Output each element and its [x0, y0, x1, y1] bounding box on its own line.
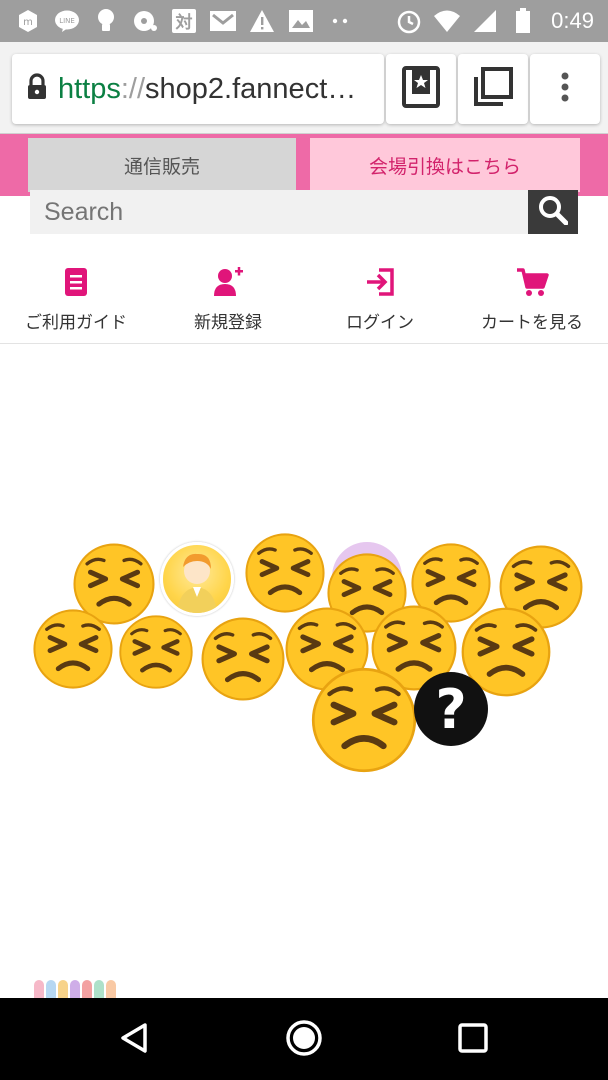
back-button[interactable] — [112, 1018, 156, 1062]
add-user-icon — [210, 266, 246, 298]
persevering-face-emoji[interactable] — [200, 616, 286, 702]
record-icon — [131, 7, 159, 35]
shop-nav: ご利用ガイド 新規登録 ログイン カートを見る — [0, 258, 608, 344]
alarm-icon — [395, 7, 423, 35]
clock: 0:49 — [551, 8, 594, 33]
persevering-face-emoji[interactable] — [244, 532, 326, 614]
question-mark-icon[interactable]: ? — [414, 672, 488, 746]
persevering-face-emoji[interactable] — [32, 608, 114, 690]
mail-order-button[interactable]: 通信販売 — [28, 138, 296, 192]
character-avatar[interactable] — [160, 542, 234, 616]
warning-icon — [248, 7, 276, 35]
nav-register[interactable]: 新規登録 — [152, 258, 304, 343]
search-input[interactable] — [30, 190, 528, 234]
bookmark-button[interactable] — [386, 54, 456, 124]
persevering-face-emoji[interactable] — [310, 666, 418, 774]
url-separator: :// — [120, 72, 146, 105]
nav-register-label: 新規登録 — [194, 313, 262, 333]
mail-icon — [209, 7, 237, 35]
cart-icon — [514, 266, 550, 298]
url-text: https://shop2.fannect… — [58, 73, 356, 106]
menu-button[interactable] — [530, 54, 600, 124]
thumb-2 — [46, 980, 56, 998]
shop-banner: 通信販売 会場引換はこちら — [0, 134, 608, 196]
browser-toolbar: https://shop2.fannect… — [0, 42, 608, 134]
thumb-5 — [82, 980, 92, 998]
persevering-face-emoji[interactable] — [118, 614, 194, 690]
emoji-cluster: ? — [0, 530, 608, 790]
wifi-icon — [433, 7, 461, 35]
nav-guide[interactable]: ご利用ガイド — [0, 258, 152, 343]
more-dots-icon — [326, 7, 354, 35]
signal-icon — [471, 7, 499, 35]
status-bar: m LINE 対 0:49 — [0, 0, 608, 42]
bookmark-star-icon — [401, 65, 441, 113]
battery-icon — [509, 7, 537, 35]
url-bar[interactable]: https://shop2.fannect… — [12, 54, 384, 124]
svg-text:m: m — [23, 17, 33, 28]
svg-text:対: 対 — [175, 12, 193, 33]
search-bar — [30, 190, 578, 234]
nav-cart[interactable]: カートを見る — [456, 258, 608, 343]
thumb-1 — [34, 980, 44, 998]
app-icon: m — [14, 7, 42, 35]
system-nav-bar — [0, 998, 608, 1080]
svg-text:LINE: LINE — [59, 17, 75, 25]
recents-icon — [458, 1023, 488, 1057]
home-icon — [285, 1019, 323, 1061]
kanji-app-icon: 対 — [170, 7, 198, 35]
venue-pickup-button[interactable]: 会場引換はこちら — [310, 138, 580, 192]
thumb-7 — [106, 980, 116, 998]
mail-order-label: 通信販売 — [123, 155, 200, 178]
nav-cart-label: カートを見る — [481, 313, 583, 333]
overflow-menu-icon — [560, 71, 570, 107]
tabs-icon — [472, 66, 514, 112]
screen: m LINE 対 0:49 https://shop2.fannect… 通信販… — [0, 0, 608, 1080]
url-host: shop2.fannect… — [145, 72, 357, 105]
search-button[interactable] — [528, 190, 578, 234]
tabs-button[interactable] — [458, 54, 528, 124]
document-icon — [58, 266, 94, 298]
thumb-6 — [94, 980, 104, 998]
nav-login-label: ログイン — [346, 313, 414, 333]
nav-login[interactable]: ログイン — [304, 258, 456, 343]
thumb-4 — [70, 980, 80, 998]
back-icon — [119, 1022, 149, 1058]
character-thumbnails[interactable] — [34, 980, 124, 1000]
url-scheme: https — [58, 72, 121, 105]
home-button[interactable] — [282, 1018, 326, 1062]
lock-icon — [26, 73, 48, 105]
login-icon — [362, 266, 398, 298]
line-icon: LINE — [53, 7, 81, 35]
thumb-3 — [58, 980, 68, 998]
search-icon — [538, 195, 569, 229]
nav-guide-label: ご利用ガイド — [25, 313, 127, 333]
recents-button[interactable] — [451, 1018, 495, 1062]
venue-pickup-label: 会場引換はこちら — [368, 155, 521, 178]
image-icon — [287, 7, 315, 35]
bulb-icon — [92, 7, 120, 35]
